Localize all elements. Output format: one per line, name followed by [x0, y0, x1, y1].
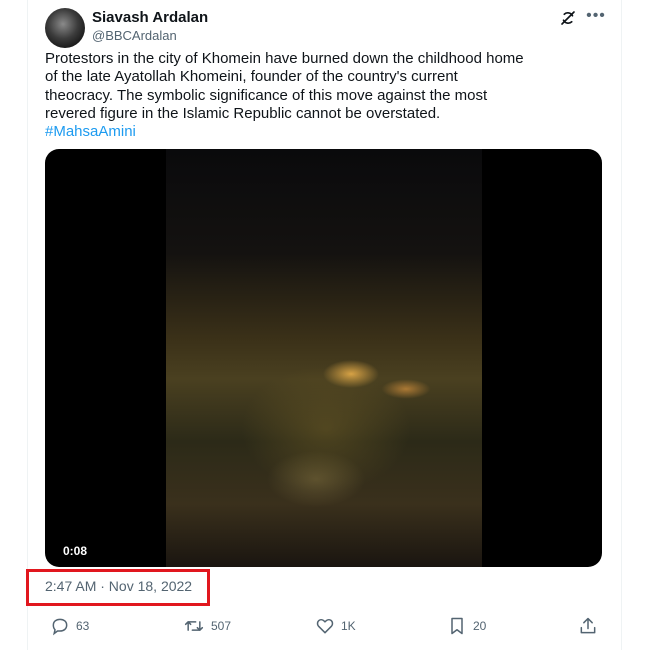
- retweet-icon: [183, 616, 205, 636]
- tweet-body: Protestors in the city of Khomein have b…: [45, 50, 524, 122]
- video-duration: 0:08: [63, 544, 88, 558]
- reply-button[interactable]: 63: [50, 614, 89, 638]
- action-bar: 63 507 1K 20: [0, 614, 650, 640]
- bookmark-count: 20: [473, 619, 487, 633]
- author-name[interactable]: Siavash Ardalan: [92, 9, 208, 26]
- video-thumbnail: [166, 149, 482, 567]
- retweet-button[interactable]: 507: [183, 614, 231, 638]
- like-count: 1K: [341, 619, 356, 633]
- highlight-box: [26, 569, 210, 606]
- like-icon: [315, 616, 335, 636]
- tweet-text: Protestors in the city of Khomein have b…: [45, 50, 605, 141]
- reply-count: 63: [76, 619, 90, 633]
- bookmark-icon: [447, 616, 467, 636]
- avatar[interactable]: [45, 8, 85, 48]
- video-player[interactable]: 0:08: [45, 149, 602, 567]
- reply-icon: [50, 616, 70, 636]
- more-icon[interactable]: •••: [584, 6, 608, 26]
- hashtag-link[interactable]: #MahsaAmini: [45, 123, 605, 141]
- share-button[interactable]: [578, 614, 598, 638]
- author-handle[interactable]: @BBCArdalan: [92, 28, 177, 43]
- grok-icon[interactable]: [556, 8, 580, 28]
- like-button[interactable]: 1K: [315, 614, 356, 638]
- share-icon: [578, 616, 598, 636]
- retweet-count: 507: [211, 619, 232, 633]
- bookmark-button[interactable]: 20: [447, 614, 486, 638]
